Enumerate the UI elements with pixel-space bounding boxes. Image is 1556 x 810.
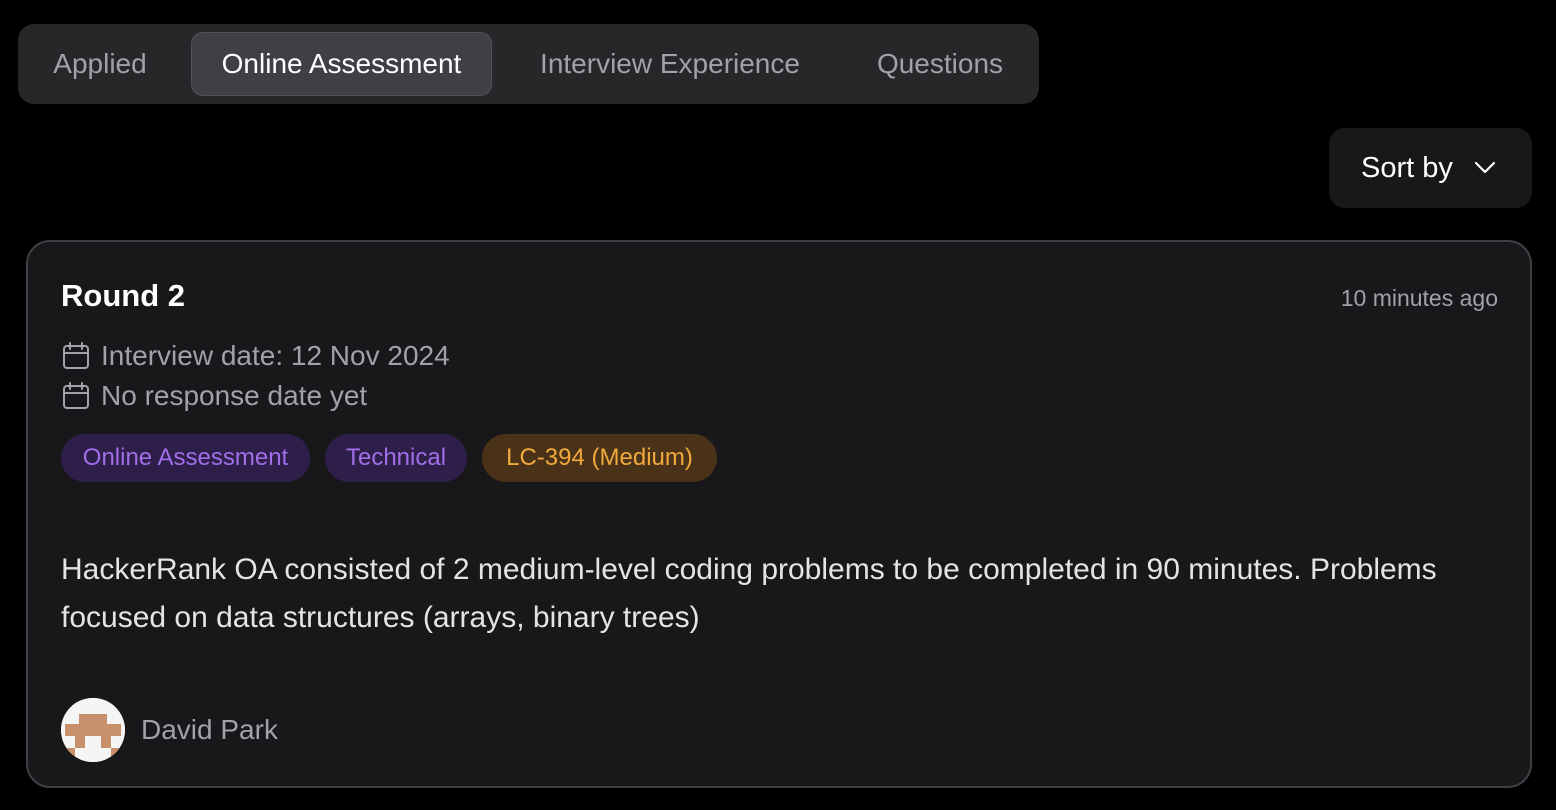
tab-bar: Applied Online Assessment Interview Expe… [18, 24, 1039, 104]
avatar [61, 698, 125, 762]
tag-online-assessment[interactable]: Online Assessment [61, 434, 310, 482]
response-date: No response date yet [101, 380, 368, 411]
calendar-icon [63, 342, 89, 369]
tag-technical[interactable]: Technical [325, 434, 467, 482]
interview-date: Interview date: 12 Nov 2024 [101, 340, 450, 371]
chevron-down-icon [1474, 161, 1496, 174]
response-date-row: No response date yet [61, 380, 367, 412]
calendar-icon [63, 382, 89, 409]
card-title: Round 2 [61, 278, 185, 313]
tab-interview-experience[interactable]: Interview Experience [514, 32, 826, 96]
tab-questions[interactable]: Questions [854, 32, 1026, 96]
sort-by-button[interactable]: Sort by [1329, 128, 1532, 208]
interview-date-row: Interview date: 12 Nov 2024 [61, 340, 450, 372]
card-description: HackerRank OA consisted of 2 medium-leve… [61, 553, 1437, 634]
author-name: David Park [141, 714, 278, 745]
tag-leetcode-problem[interactable]: LC-394 (Medium) [482, 434, 717, 482]
card-timestamp: 10 minutes ago [1340, 285, 1498, 311]
author[interactable]: David Park [61, 698, 278, 762]
tab-applied[interactable]: Applied [30, 32, 170, 96]
sort-by-label: Sort by [1361, 151, 1453, 184]
tab-online-assessment[interactable]: Online Assessment [191, 32, 492, 96]
identicon-icon [61, 698, 125, 762]
experience-card[interactable]: Round 2 10 minutes ago Interview date: 1… [26, 240, 1532, 788]
